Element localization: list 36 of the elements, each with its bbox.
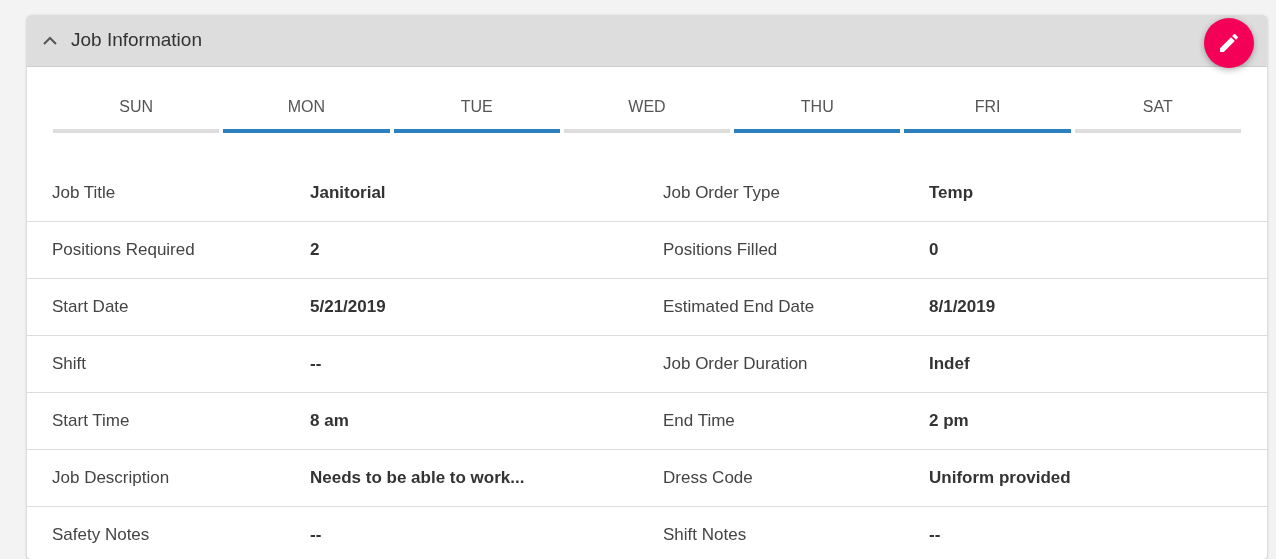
field-value: Indef <box>929 353 970 376</box>
weekday-indicator: SUN <box>53 95 220 133</box>
field-value: 5/21/2019 <box>310 296 386 319</box>
weekday-indicator: MON <box>223 95 390 133</box>
field-label: Positions Required <box>51 239 196 262</box>
field-value: -- <box>929 524 941 547</box>
field-label: Job Title <box>51 182 117 205</box>
field-label: Job Description <box>51 467 171 490</box>
field-label: Dress Code <box>662 467 754 490</box>
weekday-indicator: FRI <box>904 95 1071 133</box>
field-label: Shift <box>51 353 88 376</box>
panel-title: Job Information <box>71 28 202 53</box>
weekday-indicator: SAT <box>1074 95 1241 133</box>
weekday-indicator: TUE <box>393 95 560 133</box>
field-label: Shift Notes <box>662 524 748 547</box>
field-value: 8 am <box>310 410 349 433</box>
field-value: -- <box>310 353 322 376</box>
field-label: Estimated End Date <box>662 296 816 319</box>
field-value: 0 <box>929 239 939 262</box>
field-value: Needs to be able to work... <box>310 467 525 490</box>
field-label: Job Order Duration <box>662 353 809 376</box>
field-label: Job Order Type <box>662 182 781 205</box>
weekday-indicator: THU <box>734 95 901 133</box>
field-label: Positions Filled <box>662 239 779 262</box>
field-value: Temp <box>929 182 974 205</box>
field-value: Uniform provided <box>929 467 1071 490</box>
weekday-indicator: WED <box>563 95 731 133</box>
field-value: 8/1/2019 <box>929 296 996 319</box>
field-label: Start Date <box>51 296 130 319</box>
field-label: End Time <box>662 410 736 433</box>
field-value: Janitorial <box>310 182 386 205</box>
field-value: 2 <box>310 239 320 262</box>
field-value: -- <box>310 524 322 547</box>
field-value: 2 pm <box>929 410 969 433</box>
field-label: Safety Notes <box>51 524 151 547</box>
field-label: Start Time <box>51 410 131 433</box>
